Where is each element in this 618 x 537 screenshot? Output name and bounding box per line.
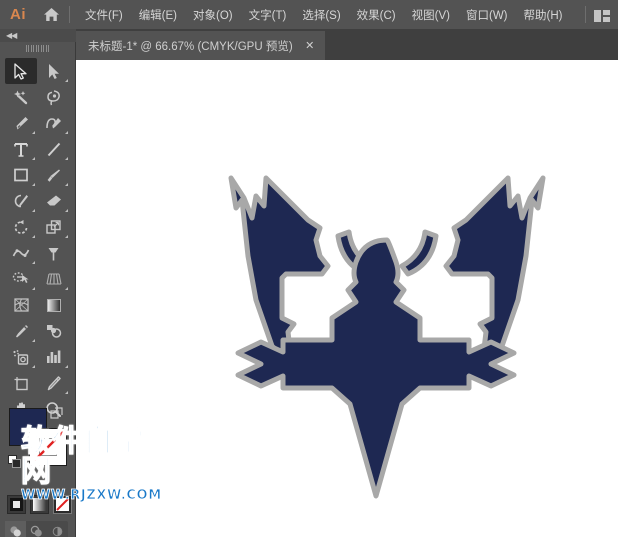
draw-behind-icon [30, 525, 42, 537]
menu-bar: Ai 文件(F) 编辑(E) 对象(O) 文字(T) 选择(S) 效果(C) 视… [0, 0, 618, 29]
tool-gradient[interactable] [38, 292, 70, 318]
ai-logo: Ai [10, 6, 26, 23]
tool-slice[interactable] [38, 370, 70, 396]
tool-pen[interactable] [5, 110, 37, 136]
tool-symbol-sprayer[interactable] [5, 344, 37, 370]
tool-shaper[interactable] [5, 188, 37, 214]
tool-eyedropper[interactable] [5, 318, 37, 344]
gradient-swatch-icon [33, 498, 46, 511]
flyout-triangle-icon [64, 391, 68, 394]
workspace-separator [585, 6, 586, 23]
stroke-swatch[interactable] [29, 428, 67, 466]
none-mode-button[interactable] [53, 495, 72, 514]
illustrator-window: Ai 文件(F) 编辑(E) 对象(O) 文字(T) 选择(S) 效果(C) 视… [0, 0, 618, 537]
flyout-triangle-icon [32, 131, 36, 134]
grip-bars [25, 45, 50, 52]
flyout-triangle-icon [32, 261, 36, 264]
close-icon[interactable]: ✕ [299, 33, 321, 59]
menu-window[interactable]: 窗口(W) [458, 3, 516, 27]
tool-mesh[interactable] [5, 292, 37, 318]
tool-grid [0, 55, 75, 422]
flyout-triangle-icon [64, 157, 68, 160]
flyout-triangle-icon [64, 209, 68, 212]
flyout-triangle-icon [32, 287, 36, 290]
tool-width[interactable] [5, 240, 37, 266]
draw-inside-button[interactable] [47, 521, 68, 537]
collapse-panel-icon[interactable]: ◀◀ [0, 29, 76, 42]
tool-rectangle[interactable] [5, 162, 37, 188]
flyout-triangle-icon [32, 339, 36, 342]
canvas-area[interactable] [76, 60, 618, 537]
tool-artboard[interactable] [5, 370, 37, 396]
draw-normal-icon [10, 525, 21, 537]
flyout-triangle-icon [32, 235, 36, 238]
swap-fill-stroke-icon[interactable] [50, 407, 63, 420]
menu-view[interactable]: 视图(V) [404, 3, 458, 27]
tools-panel: ◀◀ 软件自学网 WWW.RJZXW.COM [0, 29, 162, 537]
flyout-triangle-icon [64, 131, 68, 134]
home-icon[interactable] [36, 0, 66, 29]
gradient-mode-button[interactable] [30, 495, 49, 514]
none-slash-icon [56, 498, 69, 511]
tool-line-segment[interactable] [38, 136, 70, 162]
tool-blend[interactable] [38, 318, 70, 344]
flyout-triangle-icon [32, 183, 36, 186]
tool-free-transform[interactable] [38, 240, 70, 266]
tool-scale[interactable] [38, 214, 70, 240]
menu-file[interactable]: 文件(F) [77, 3, 131, 27]
document-tab[interactable]: 未标题-1* @ 66.67% (CMYK/GPU 预览) ✕ [76, 31, 325, 60]
menu-help[interactable]: 帮助(H) [516, 3, 571, 27]
tool-shape-builder[interactable] [5, 266, 37, 292]
menu-effect[interactable]: 效果(C) [349, 3, 404, 27]
menu-edit[interactable]: 编辑(E) [131, 3, 185, 27]
panel-grip-handle[interactable] [0, 42, 75, 55]
menu-object[interactable]: 对象(O) [185, 3, 241, 27]
document-tab-title: 未标题-1* @ 66.67% (CMYK/GPU 预览) [88, 40, 293, 53]
document-tab-bar: 未标题-1* @ 66.67% (CMYK/GPU 预览) ✕ [76, 29, 618, 60]
draw-mode-buttons [5, 521, 68, 537]
flyout-triangle-icon [32, 365, 36, 368]
flyout-triangle-icon [64, 365, 68, 368]
solid-color-icon [10, 498, 23, 511]
tool-lasso[interactable] [38, 84, 70, 110]
default-fill-stroke-icon[interactable] [8, 455, 21, 468]
tool-paintbrush[interactable] [38, 162, 70, 188]
menu-type[interactable]: 文字(T) [241, 3, 295, 27]
color-mode-button[interactable] [7, 495, 26, 514]
draw-normal-button[interactable] [5, 521, 26, 537]
tool-perspective-grid[interactable] [38, 266, 70, 292]
tool-eraser[interactable] [38, 188, 70, 214]
flyout-triangle-icon [64, 183, 68, 186]
color-mode-buttons [7, 495, 72, 514]
flyout-triangle-icon [64, 79, 68, 82]
workspace-layout-icon[interactable] [594, 9, 610, 22]
tool-magic-wand[interactable] [5, 84, 37, 110]
tool-column-graph[interactable] [38, 344, 70, 370]
menu-separator [69, 6, 70, 23]
flyout-triangle-icon [64, 235, 68, 238]
tool-curvature[interactable] [38, 110, 70, 136]
menu-item-list: 文件(F) 编辑(E) 对象(O) 文字(T) 选择(S) 效果(C) 视图(V… [77, 3, 570, 27]
tool-direct-selection[interactable] [38, 58, 70, 84]
tool-selection[interactable] [5, 58, 38, 84]
draw-inside-icon [52, 526, 63, 536]
draw-behind-button[interactable] [26, 521, 47, 537]
flyout-triangle-icon [64, 287, 68, 290]
fill-stroke-controls [0, 407, 76, 537]
tool-type[interactable] [5, 136, 37, 162]
hornet-logo[interactable] [76, 60, 618, 537]
menu-select[interactable]: 选择(S) [294, 3, 348, 27]
tool-rotate[interactable] [5, 214, 37, 240]
stroke-none-slash-icon [32, 431, 64, 463]
flyout-triangle-icon [32, 209, 36, 212]
flyout-triangle-icon [32, 157, 36, 160]
